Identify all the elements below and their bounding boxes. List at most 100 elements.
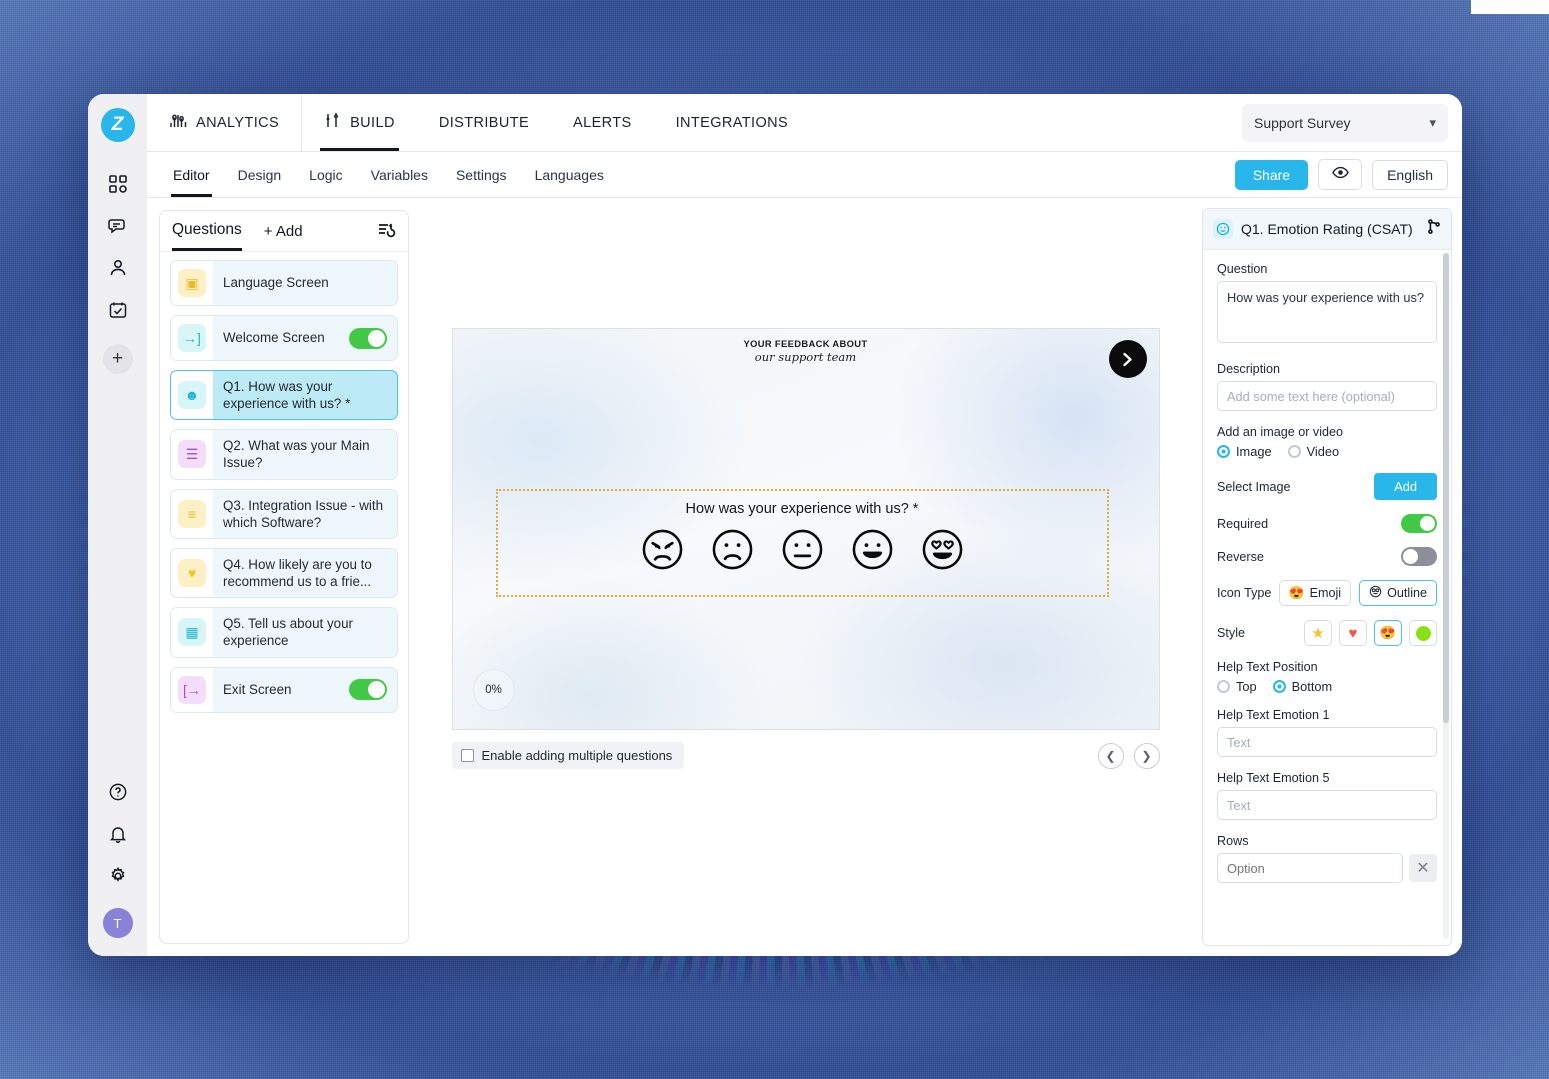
tab-settings[interactable]: Settings	[442, 152, 521, 197]
neutral-face-icon[interactable]	[781, 528, 824, 571]
nav-build[interactable]: BUILD	[302, 94, 417, 151]
dashboard-icon[interactable]	[95, 164, 141, 204]
question-list-item[interactable]: ☰Q2. What was your Main Issue?	[170, 429, 398, 479]
emotion-rating-icon	[1213, 219, 1233, 239]
language-button[interactable]: English	[1372, 160, 1448, 190]
list-icon: ≡	[178, 500, 206, 528]
preview-button[interactable]	[1318, 159, 1362, 190]
chevron-right-icon[interactable]: ❯	[1134, 743, 1160, 769]
radio-help-bottom[interactable]: Bottom	[1273, 679, 1333, 694]
help-text-5-input[interactable]	[1217, 790, 1437, 820]
description-input[interactable]	[1217, 381, 1437, 411]
question-list-item[interactable]: ☻Q1. How was your experience with us? *	[170, 370, 398, 420]
chevron-left-icon[interactable]: ❮	[1098, 743, 1124, 769]
question-list-item[interactable]: →]Welcome Screen	[170, 315, 398, 361]
happy-face-icon[interactable]	[851, 528, 894, 571]
tab-logic[interactable]: Logic	[295, 152, 356, 197]
tab-variables[interactable]: Variables	[357, 152, 442, 197]
contacts-icon[interactable]	[95, 248, 141, 288]
question-list-item[interactable]: [→Exit Screen	[170, 667, 398, 713]
add-question-button[interactable]: + Add	[264, 223, 303, 249]
required-label: Required	[1217, 517, 1268, 531]
select-image-label: Select Image	[1217, 480, 1291, 494]
question-item-toggle[interactable]	[349, 679, 387, 700]
preview-question-block[interactable]: How was your experience with us? *	[496, 489, 1109, 597]
enable-multiple-questions-checkbox[interactable]: Enable adding multiple questions	[452, 742, 685, 769]
history-icon[interactable]	[377, 222, 396, 250]
add-image-button[interactable]: Add	[1374, 473, 1437, 500]
heart-eyes-face-icon[interactable]	[921, 528, 964, 571]
radio-help-bottom-dot	[1273, 680, 1286, 693]
canvas-footer: Enable adding multiple questions ❮ ❯	[452, 742, 1160, 769]
question-item-label: Q3. Integration Issue - with which Softw…	[213, 490, 397, 538]
help-position-radios: Top Bottom	[1217, 679, 1437, 694]
nav-integrations[interactable]: INTEGRATIONS	[654, 94, 810, 151]
tab-design-label: Design	[238, 167, 282, 183]
tab-variables-label: Variables	[371, 167, 428, 183]
emoji-glyph-icon: 😍	[1289, 586, 1305, 601]
app-logo[interactable]: Z	[101, 108, 135, 142]
remove-icon[interactable]: ✕	[1409, 854, 1437, 882]
question-input[interactable]	[1217, 281, 1437, 343]
rows-option-input[interactable]	[1218, 854, 1401, 882]
question-list-item[interactable]: ▦Q5. Tell us about your experience	[170, 607, 398, 657]
drag-handle-icon[interactable]	[1401, 854, 1403, 882]
icon-type-emoji-button[interactable]: 😍 Emoji	[1279, 580, 1351, 606]
tab-languages[interactable]: Languages	[521, 152, 618, 197]
settings-icon[interactable]	[95, 856, 141, 896]
help-text-1-input[interactable]	[1217, 727, 1437, 757]
question-list-item[interactable]: ♥Q4. How likely are you to recommend us …	[170, 548, 398, 598]
radio-help-bottom-label: Bottom	[1292, 679, 1333, 694]
radio-video[interactable]: Video	[1288, 444, 1340, 459]
feedback-icon[interactable]	[95, 206, 141, 246]
notifications-icon[interactable]	[95, 814, 141, 854]
nav-alerts[interactable]: ALERTS	[551, 94, 654, 151]
help-icon[interactable]	[95, 772, 141, 812]
top-navigation: ANALYTICS BUILD DISTRIBUTE ALERTS INTEGR…	[147, 94, 1462, 152]
survey-selector[interactable]: Support Survey ▾	[1242, 104, 1448, 142]
share-button[interactable]: Share	[1235, 160, 1308, 190]
properties-panel: Q1. Emotion Rating (CSAT) Question Descr…	[1202, 208, 1452, 946]
question-item-label: Q2. What was your Main Issue?	[213, 430, 397, 478]
preview-next-button[interactable]	[1109, 340, 1147, 378]
style-star-button[interactable]: ★	[1304, 620, 1332, 646]
style-emoji-button[interactable]: 😍	[1374, 620, 1402, 646]
question-list-item[interactable]: ≡Q3. Integration Issue - with which Soft…	[170, 489, 398, 539]
tab-editor[interactable]: Editor	[159, 152, 224, 197]
select-image-row: Select Image Add	[1217, 473, 1437, 500]
question-item-label: Q4. How likely are you to recommend us t…	[213, 549, 397, 597]
text-input-icon: ▦	[178, 618, 206, 646]
tab-questions[interactable]: Questions	[172, 221, 242, 251]
icon-type-row: Icon Type 😍 Emoji	[1217, 580, 1437, 606]
tasks-icon[interactable]	[95, 290, 141, 330]
heart-rating-icon: ♥	[178, 559, 206, 587]
icon-type-outline-button[interactable]: Outline	[1359, 580, 1437, 606]
style-circle-button[interactable]	[1409, 620, 1437, 646]
question-item-label: Q1. How was your experience with us? *	[213, 371, 397, 419]
branching-icon[interactable]	[1427, 219, 1441, 239]
reverse-toggle[interactable]	[1401, 547, 1437, 566]
radio-help-top[interactable]: Top	[1217, 679, 1257, 694]
rows-option-row: ✕	[1217, 853, 1437, 883]
outline-glyph-icon	[1369, 585, 1382, 601]
question-item-toggle[interactable]	[349, 328, 387, 349]
nav-distribute[interactable]: DISTRIBUTE	[417, 94, 551, 151]
tab-design[interactable]: Design	[224, 152, 296, 197]
required-row: Required	[1217, 514, 1437, 533]
question-item-label: Exit Screen	[213, 668, 349, 712]
avatar[interactable]: T	[103, 908, 133, 938]
add-button[interactable]: +	[103, 344, 133, 374]
required-toggle[interactable]	[1401, 514, 1437, 533]
nav-analytics[interactable]: ANALYTICS	[147, 94, 302, 151]
radio-image[interactable]: Image	[1217, 444, 1272, 459]
sub-navigation: Editor Design Logic Variables Settings L…	[147, 152, 1462, 198]
sad-face-icon[interactable]	[711, 528, 754, 571]
survey-preview: YOUR FEEDBACK ABOUT our support team How…	[452, 328, 1160, 730]
properties-body: Question Description Add an image or vid…	[1203, 250, 1451, 945]
question-list-item[interactable]: ▣Language Screen	[170, 260, 398, 306]
style-heart-button[interactable]: ♥	[1339, 620, 1367, 646]
tab-languages-label: Languages	[535, 167, 604, 183]
icon-type-options: 😍 Emoji Outline	[1279, 580, 1437, 606]
properties-scrollbar-thumb[interactable]	[1443, 253, 1449, 723]
angry-face-icon[interactable]	[641, 528, 684, 571]
